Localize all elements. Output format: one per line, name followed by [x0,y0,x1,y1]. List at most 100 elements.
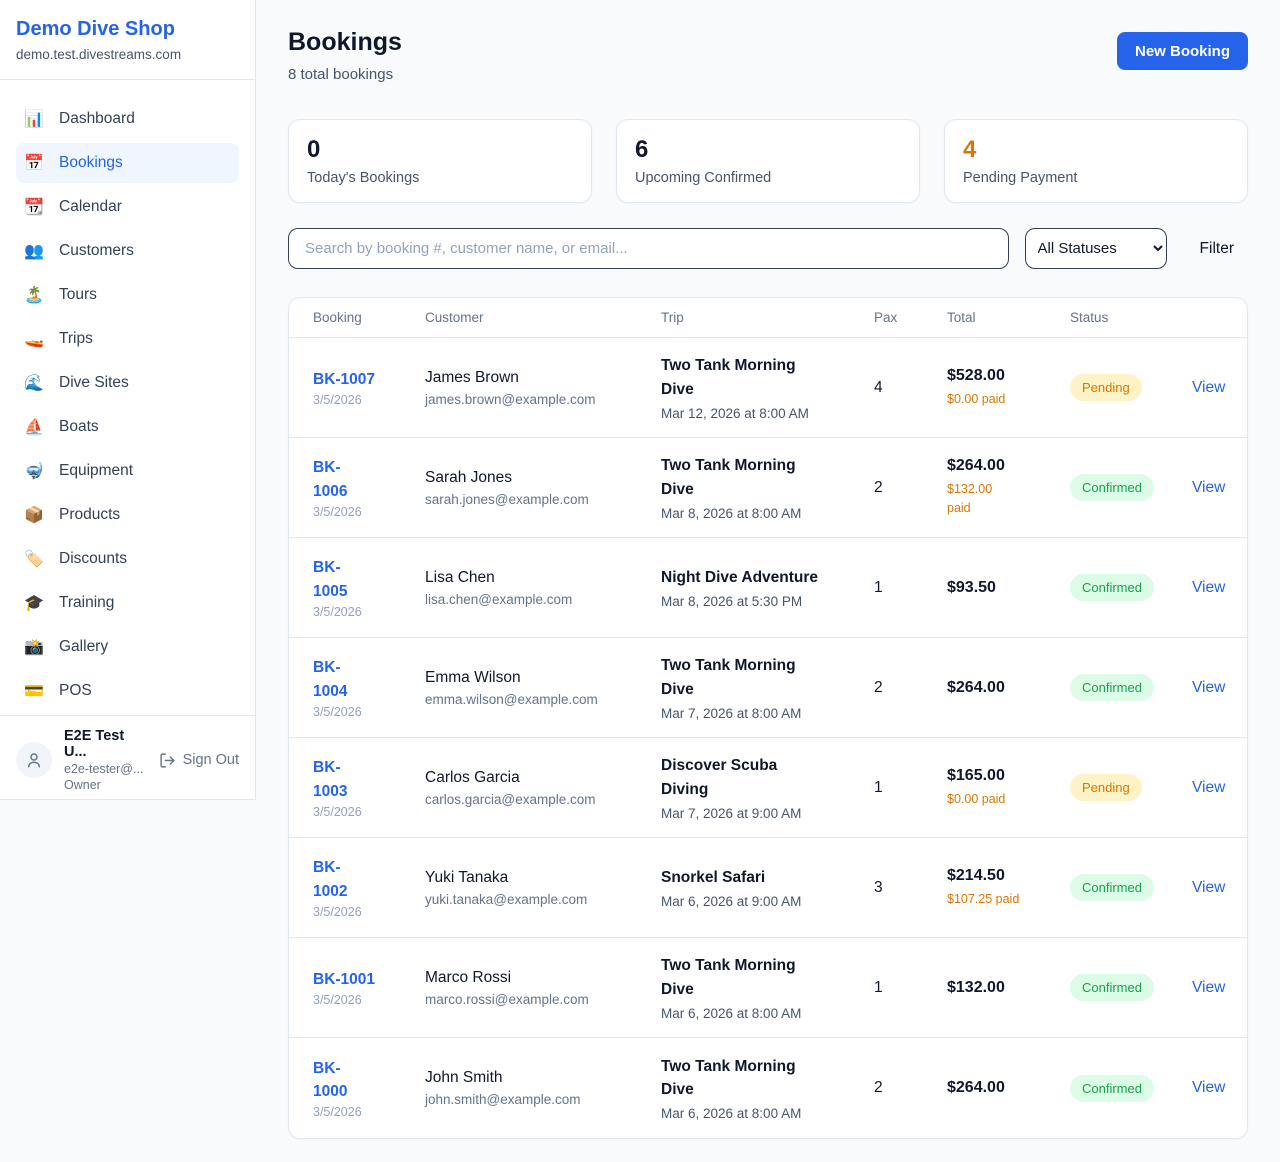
sidebar-item-bookings[interactable]: 📅 Bookings [16,143,239,183]
sidebar-item-products[interactable]: 📦 Products [16,495,239,535]
trip-name: Night Dive Adventure [661,566,864,589]
stat-label: Upcoming Confirmed [635,170,901,186]
user-icon [25,751,43,769]
sidebar-item-discounts[interactable]: 🏷️ Discounts [16,539,239,579]
customer-name: Lisa Chen [425,569,651,587]
table-row: BK- 1006 3/5/2026 Sarah Jones sarah.jone… [289,438,1247,538]
search-input[interactable] [288,228,1009,269]
table-row: BK- 1000 3/5/2026 John Smith john.smith@… [289,1038,1247,1138]
status-filter-select[interactable]: All Statuses [1025,228,1167,269]
shop-name: Demo Dive Shop [16,18,239,41]
customer-name: John Smith [425,1069,651,1087]
booking-id-link[interactable]: BK- 1003 [313,756,347,803]
booking-id-link[interactable]: BK- 1005 [313,556,347,603]
total-amount: $264.00 [947,1079,1060,1097]
sidebar-item-boats[interactable]: ⛵ Boats [16,407,239,447]
customer-name: James Brown [425,369,651,387]
trip-datetime: Mar 7, 2026 at 8:00 AM [661,706,864,721]
main-content: Bookings 8 total bookings New Booking 0 … [256,0,1280,1162]
status-badge: Confirmed [1070,474,1154,501]
customer-name: Yuki Tanaka [425,869,651,887]
trip-datetime: Mar 6, 2026 at 8:00 AM [661,1106,864,1121]
trip-datetime: Mar 8, 2026 at 5:30 PM [661,594,864,609]
user-email: e2e-tester@... [64,762,147,776]
total-amount: $264.00 [947,457,1060,475]
booking-date: 3/5/2026 [313,605,415,619]
trip-name: Two Tank Morning Dive [661,1055,864,1102]
customer-email: emma.wilson@example.com [425,692,651,707]
page-title: Bookings [288,28,402,57]
new-booking-button[interactable]: New Booking [1117,32,1248,70]
app: Demo Dive Shop demo.test.divestreams.com… [0,0,1280,1162]
customers-icon: 👥 [24,241,44,261]
sidebar-item-trips[interactable]: 🚤 Trips [16,319,239,359]
customer-email: james.brown@example.com [425,392,651,407]
table-row: BK- 1004 3/5/2026 Emma Wilson emma.wilso… [289,638,1247,738]
total-amount: $132.00 [947,979,1060,997]
status-badge: Pending [1070,774,1142,801]
sign-out-icon [159,752,176,769]
booking-id-link[interactable]: BK- 1000 [313,1057,347,1104]
trip-name: Two Tank Morning Dive [661,654,864,701]
paid-amount: $132.00 paid [947,480,1060,518]
total-amount: $165.00 [947,767,1060,785]
sidebar-item-calendar[interactable]: 📆 Calendar [16,187,239,227]
sidebar-header: Demo Dive Shop demo.test.divestreams.com [0,0,255,80]
table-header: Booking Customer Trip Pax Total Status [289,298,1247,338]
booking-date: 3/5/2026 [313,393,415,407]
stat-card: 6 Upcoming Confirmed [616,119,920,203]
calendar-icon: 📆 [24,197,44,217]
pax-count: 1 [874,979,947,997]
booking-id-link[interactable]: BK- 1006 [313,456,347,503]
column-header-booking: Booking [313,310,425,325]
page-header: Bookings 8 total bookings New Booking [288,28,1248,83]
sidebar-item-equipment[interactable]: 🤿 Equipment [16,451,239,491]
sidebar-item-training[interactable]: 🎓 Training [16,583,239,623]
dashboard-icon: 📊 [24,109,44,129]
view-link[interactable]: View [1192,479,1225,496]
stat-value: 0 [307,137,573,163]
filter-button[interactable]: Filter [1200,240,1234,258]
view-link[interactable]: View [1192,1079,1225,1096]
booking-id-link[interactable]: BK-1007 [313,368,375,391]
sign-out-button[interactable]: Sign Out [159,752,239,769]
page-subtitle: 8 total bookings [288,66,402,83]
table-row: BK- 1002 3/5/2026 Yuki Tanaka yuki.tanak… [289,838,1247,938]
booking-id-link[interactable]: BK- 1004 [313,656,347,703]
view-link[interactable]: View [1192,779,1225,796]
discounts-icon: 🏷️ [24,549,44,569]
view-link[interactable]: View [1192,379,1225,396]
status-badge: Confirmed [1070,1075,1154,1102]
sidebar: Demo Dive Shop demo.test.divestreams.com… [0,0,256,800]
view-link[interactable]: View [1192,679,1225,696]
customer-name: Sarah Jones [425,469,651,487]
trip-name: Snorkel Safari [661,866,864,889]
column-header-status: Status [1070,310,1192,325]
sign-out-label: Sign Out [183,752,239,768]
bookings-icon: 📅 [24,153,44,173]
column-header-customer: Customer [425,310,661,325]
trip-name: Two Tank Morning Dive [661,354,864,401]
status-badge: Confirmed [1070,874,1154,901]
trip-name: Discover Scuba Diving [661,754,864,801]
sidebar-user-footer: E2E Test U... e2e-tester@... Owner Sign … [0,715,255,804]
table-row: BK- 1005 3/5/2026 Lisa Chen lisa.chen@ex… [289,538,1247,638]
paid-amount: $0.00 paid [947,390,1060,409]
stat-label: Pending Payment [963,170,1229,186]
sidebar-item-customers[interactable]: 👥 Customers [16,231,239,271]
view-link[interactable]: View [1192,579,1225,596]
pax-count: 2 [874,679,947,697]
sidebar-item-dashboard[interactable]: 📊 Dashboard [16,99,239,139]
sidebar-item-gallery[interactable]: 📸 Gallery [16,627,239,667]
booking-id-link[interactable]: BK- 1002 [313,856,347,903]
avatar [16,742,52,778]
booking-id-link[interactable]: BK-1001 [313,968,375,991]
filters-row: All Statuses Filter [288,228,1248,269]
view-link[interactable]: View [1192,979,1225,996]
dive-sites-icon: 🌊 [24,373,44,393]
view-link[interactable]: View [1192,879,1225,896]
stat-value: 4 [963,137,1229,163]
sidebar-item-pos[interactable]: 💳 POS [16,671,239,711]
sidebar-item-tours[interactable]: 🏝️ Tours [16,275,239,315]
sidebar-item-dive-sites[interactable]: 🌊 Dive Sites [16,363,239,403]
